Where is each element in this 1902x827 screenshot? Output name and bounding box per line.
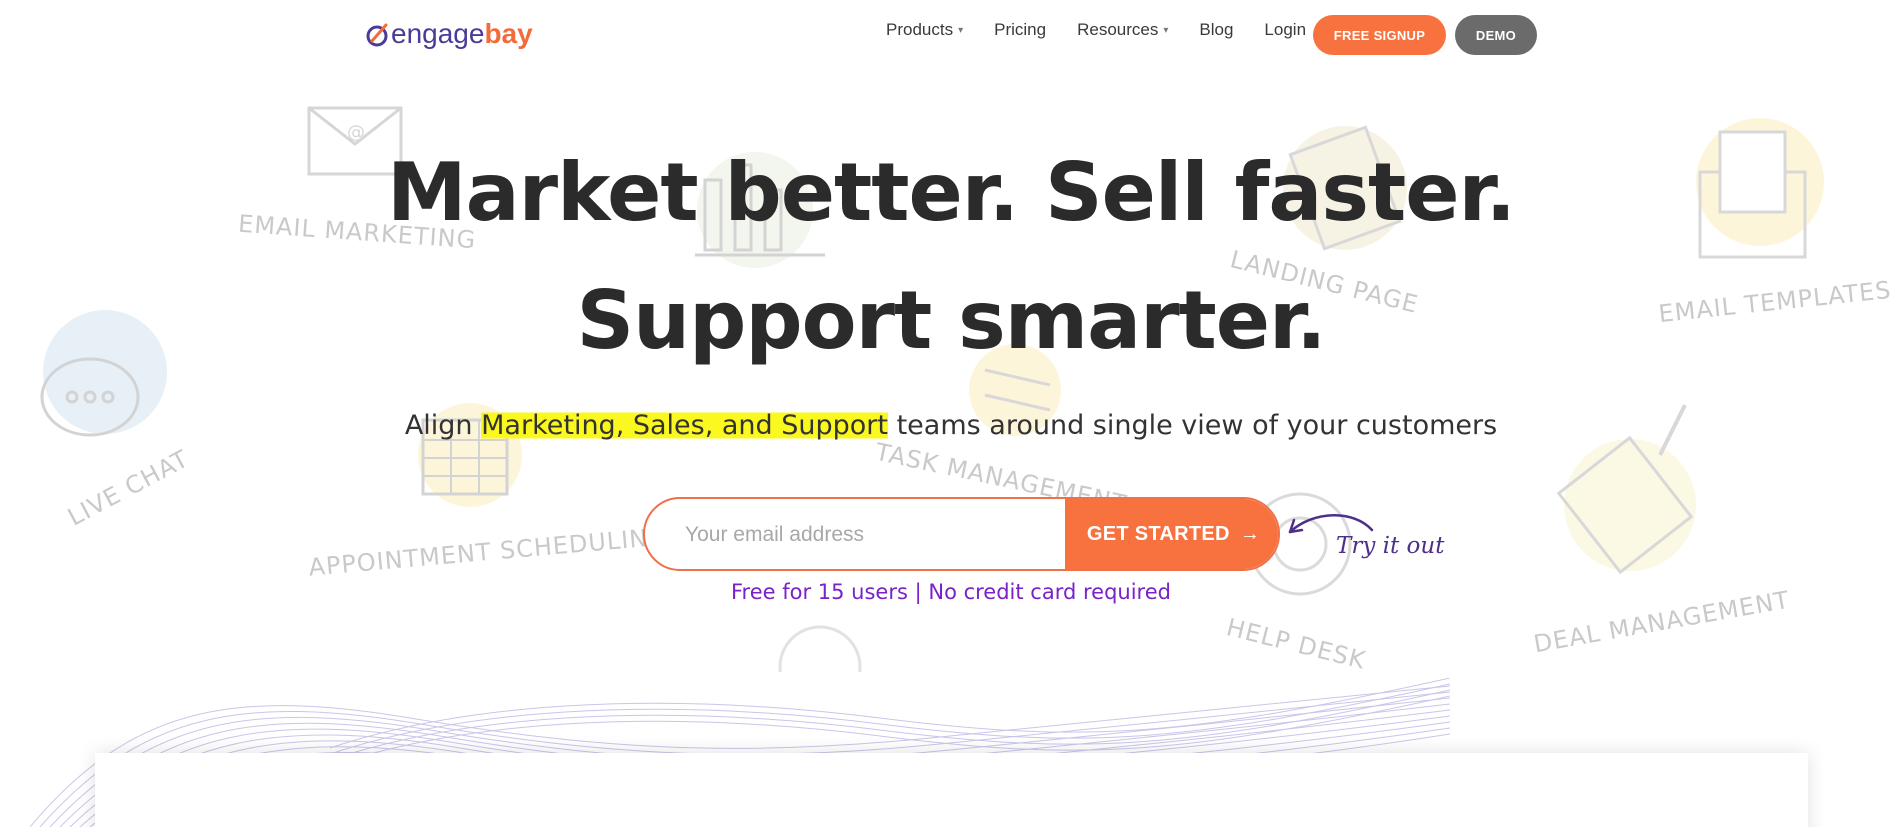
demo-button[interactable]: DEMO [1455,15,1537,55]
try-it-out-annotation: Try it out [1336,533,1445,559]
nav-item-blog[interactable]: Blog [1199,20,1233,40]
logo-text-bay: bay [484,18,533,49]
arrow-right-icon: → [1239,522,1261,545]
nav-item-login[interactable]: Login [1264,20,1306,40]
nav-item-label: Blog [1199,20,1234,39]
nav-item-label: Pricing [994,20,1047,39]
email-input[interactable] [685,519,1045,551]
engagebay-logo[interactable]: engage bay [366,14,533,54]
chevron-down-icon: ▾ [958,24,964,36]
nav-item-label: Resources [1077,20,1159,39]
hero-headline-line-2: Support smarter. [576,274,1327,367]
nav-item-products[interactable]: Products ▾ [886,20,963,40]
chevron-down-icon: ▾ [1163,24,1169,36]
logo-text-engage: engage [391,18,485,49]
subheadline-prefix: Align [404,410,482,441]
free-signup-button[interactable]: FREE SIGNUP [1313,15,1446,55]
hero-subheadline: Align Marketing, Sales, and Support team… [0,410,1902,441]
logo-mark-icon [366,23,388,47]
nav-item-label: Login [1264,20,1307,39]
subheadline-suffix: teams around single view of your custome… [888,410,1498,441]
main-menu: Products ▾ Pricing Resources ▾ Blog Logi… [886,20,1337,40]
top-navigation: engage bay Products ▾ Pricing Resources ▾… [0,0,1902,68]
subheadline-highlight: Marketing, Sales, and Support [481,410,888,441]
get-started-label: GET STARTED [1086,522,1230,545]
email-signup-form: GET STARTED → [643,497,1280,571]
nav-item-label: Products [886,20,954,39]
bg-label-appointment-scheduling: APPOINTMENT SCHEDULING [307,522,669,582]
hero-headline-line-1: Market better. Sell faster. [387,146,1516,239]
nav-item-pricing[interactable]: Pricing [994,20,1046,40]
gear-doodle-icon [778,625,862,672]
svg-text:@: @ [347,122,365,143]
bg-label-help-desk: HELP DESK [1223,613,1369,675]
nav-item-resources[interactable]: Resources ▾ [1077,20,1168,40]
free-plan-note: Free for 15 users | No credit card requi… [731,580,1171,604]
get-started-button[interactable]: GET STARTED → [1065,499,1278,569]
product-preview-card [95,753,1808,827]
